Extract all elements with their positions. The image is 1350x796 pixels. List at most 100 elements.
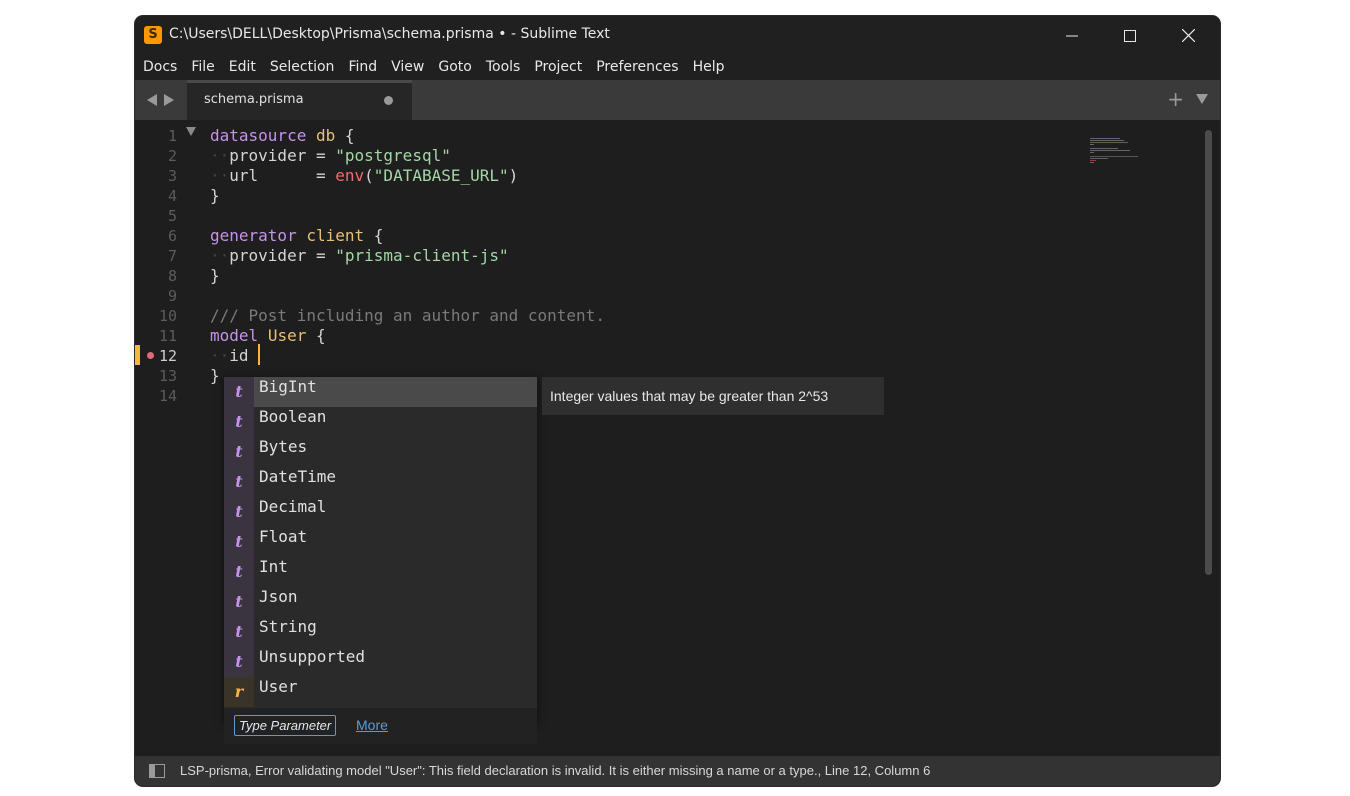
completion-item[interactable]: t Unsupported xyxy=(224,647,537,677)
close-button[interactable] xyxy=(1159,16,1217,54)
line-number: 3 xyxy=(167,167,177,185)
completion-item-selected[interactable]: t BigInt xyxy=(224,377,537,407)
completion-label: User xyxy=(259,677,298,696)
line-number: 2 xyxy=(167,147,177,165)
completion-item[interactable]: t String xyxy=(224,617,537,647)
code-line-2: ··provider = "postgresql" xyxy=(210,146,451,165)
completion-kind-badge: Type Parameter xyxy=(234,715,337,736)
completion-doc-popup: Integer values that may be greater than … xyxy=(542,377,884,415)
menu-docs[interactable]: Docs xyxy=(136,54,184,80)
line-number: 5 xyxy=(167,207,177,225)
sublime-window: S C:\Users\DELL\Desktop\Prisma\schema.pr… xyxy=(135,16,1220,786)
title-bar: S C:\Users\DELL\Desktop\Prisma\schema.pr… xyxy=(135,16,1220,54)
type-kind-icon: t xyxy=(224,407,254,437)
window-title: C:\Users\DELL\Desktop\Prisma\schema.pris… xyxy=(169,26,610,42)
line-number: 8 xyxy=(167,267,177,285)
more-link[interactable]: More xyxy=(356,717,388,733)
completion-item[interactable]: t Decimal xyxy=(224,497,537,527)
line-number: 1 xyxy=(167,127,177,145)
line-number: 7 xyxy=(167,247,177,265)
completion-label: Unsupported xyxy=(259,647,365,666)
completion-footer: Type Parameter More xyxy=(224,708,537,744)
status-message: LSP-prisma, Error validating model "User… xyxy=(180,763,931,778)
type-kind-icon: t xyxy=(224,377,254,407)
type-kind-icon: t xyxy=(224,587,254,617)
tab-schema-prisma[interactable]: schema.prisma xyxy=(187,80,412,120)
completion-label: Int xyxy=(259,557,288,576)
completion-item[interactable]: t Json xyxy=(224,587,537,617)
tab-label: schema.prisma xyxy=(204,92,304,107)
line-number: 9 xyxy=(167,287,177,305)
code-line-1: datasource db { xyxy=(210,126,355,145)
chevron-down-icon[interactable] xyxy=(1196,94,1208,104)
sublime-logo-icon: S xyxy=(144,26,162,44)
line-number: 11 xyxy=(158,327,177,345)
type-kind-icon: t xyxy=(224,437,254,467)
completion-label: Decimal xyxy=(259,497,327,516)
completion-label: Float xyxy=(259,527,308,546)
arrow-right-icon[interactable] xyxy=(163,93,175,107)
code-line-10: /// Post including an author and content… xyxy=(210,306,605,325)
type-kind-icon: t xyxy=(224,557,254,587)
line-number: 13 xyxy=(158,367,177,385)
type-kind-icon: t xyxy=(224,467,254,497)
code-line-12: ··id xyxy=(210,346,249,365)
menu-file[interactable]: File xyxy=(184,54,223,83)
minimize-button[interactable] xyxy=(1043,16,1101,54)
completion-item[interactable]: t DateTime xyxy=(224,467,537,497)
reference-kind-icon: r xyxy=(224,677,254,707)
code-line-6: generator client { xyxy=(210,226,384,245)
menu-preferences[interactable]: Preferences xyxy=(589,54,685,80)
code-line-3: ··url = env("DATABASE_URL") xyxy=(210,166,519,185)
menu-selection[interactable]: Selection xyxy=(263,54,342,80)
menu-bar: Docs File Edit Selection Find View Goto … xyxy=(135,54,1220,83)
line-number: 14 xyxy=(158,387,177,405)
completion-item[interactable]: t Int xyxy=(224,557,537,587)
maximize-button[interactable] xyxy=(1101,16,1159,54)
sidebar-toggle-icon[interactable] xyxy=(149,764,165,778)
type-kind-icon: t xyxy=(224,647,254,677)
code-line-7: ··provider = "prisma-client-js" xyxy=(210,246,509,265)
completion-label: DateTime xyxy=(259,467,337,486)
line-number: 6 xyxy=(167,227,177,245)
editor-area[interactable]: 1 2 3 4 5 6 7 8 9 10 11 12 13 14 datasou… xyxy=(135,120,1220,756)
unsaved-dot-icon[interactable] xyxy=(384,96,393,105)
line-number: 4 xyxy=(167,187,177,205)
menu-tools[interactable]: Tools xyxy=(479,54,528,80)
arrow-left-icon[interactable] xyxy=(146,93,158,107)
completion-item[interactable]: t Boolean xyxy=(224,407,537,437)
tab-bar: schema.prisma + xyxy=(135,80,1220,120)
plus-icon[interactable]: + xyxy=(1167,88,1184,110)
completion-item[interactable]: t Float xyxy=(224,527,537,557)
type-kind-icon: t xyxy=(224,527,254,557)
vertical-scrollbar[interactable] xyxy=(1203,130,1213,756)
line-number: 10 xyxy=(158,307,177,325)
completion-label: Bytes xyxy=(259,437,308,456)
completion-label: String xyxy=(259,617,317,636)
type-kind-icon: t xyxy=(224,497,254,527)
type-kind-icon: t xyxy=(224,617,254,647)
fold-triangle-icon[interactable] xyxy=(186,127,196,136)
scrollbar-thumb[interactable] xyxy=(1205,130,1212,575)
completion-item[interactable]: t Bytes xyxy=(224,437,537,467)
menu-goto[interactable]: Goto xyxy=(431,54,478,80)
completion-label: Json xyxy=(259,587,298,606)
modified-line-marker xyxy=(135,345,140,365)
autocomplete-popup: t BigInt t Boolean t Bytes t DateTime t … xyxy=(224,377,537,744)
maximize-icon xyxy=(1124,29,1136,42)
error-dot-icon xyxy=(147,352,154,359)
text-cursor xyxy=(258,344,260,365)
menu-find[interactable]: Find xyxy=(341,54,384,80)
completion-label: Boolean xyxy=(259,407,327,426)
code-line-4: } xyxy=(210,186,220,205)
code-line-13: } xyxy=(210,366,220,385)
code-line-8: } xyxy=(210,266,220,285)
menu-edit[interactable]: Edit xyxy=(222,54,263,80)
completion-label: BigInt xyxy=(259,377,317,396)
menu-help[interactable]: Help xyxy=(686,54,732,80)
menu-project[interactable]: Project xyxy=(527,54,589,80)
completion-item[interactable]: r User xyxy=(224,677,537,707)
line-number-current: 12 xyxy=(158,347,177,365)
status-bar: LSP-prisma, Error validating model "User… xyxy=(135,756,1220,786)
menu-view[interactable]: View xyxy=(384,54,431,80)
